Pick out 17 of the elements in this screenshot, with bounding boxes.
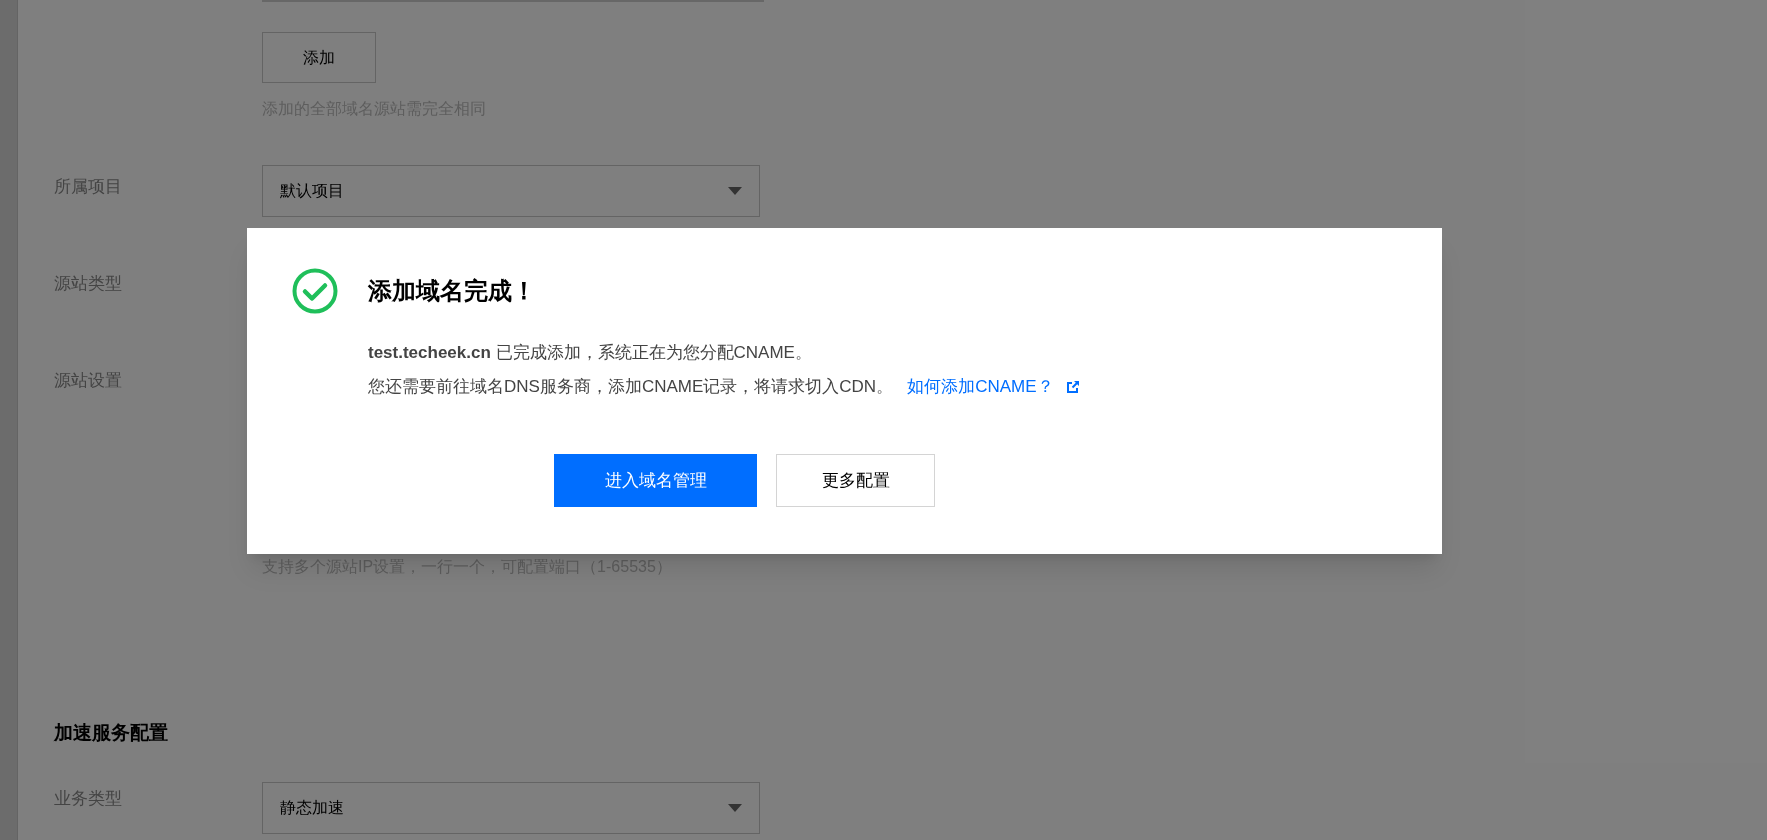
instruction-text: 您还需要前往域名DNS服务商，添加CNAME记录，将请求切入CDN。 bbox=[368, 376, 894, 398]
external-link-icon[interactable] bbox=[1065, 380, 1080, 394]
select-field[interactable]: 静态加速 bbox=[262, 781, 760, 834]
section-title: 加速服务配置 bbox=[54, 721, 169, 745]
field-label: 源站类型 bbox=[54, 273, 123, 295]
message-text: test.techeek.cn 已完成添加，系统正在为您分配CNAME。 bbox=[368, 342, 812, 364]
help-link[interactable]: 如何添加CNAME？ bbox=[907, 370, 1054, 404]
field-label: 业务类型 bbox=[54, 787, 123, 810]
dropdown-caret-icon bbox=[728, 803, 742, 812]
dropdown-caret-icon bbox=[728, 187, 742, 195]
check-circle-icon bbox=[292, 268, 338, 314]
select-field[interactable]: 默认项目 bbox=[262, 165, 760, 217]
add-button[interactable]: 添加 bbox=[262, 32, 376, 83]
secondary-button[interactable]: 更多配置 bbox=[776, 454, 935, 507]
primary-button[interactable]: 进入域名管理 bbox=[554, 454, 757, 507]
field-label: 源站设置 bbox=[54, 370, 123, 392]
dialog-title: 添加域名完成！ bbox=[368, 276, 536, 306]
